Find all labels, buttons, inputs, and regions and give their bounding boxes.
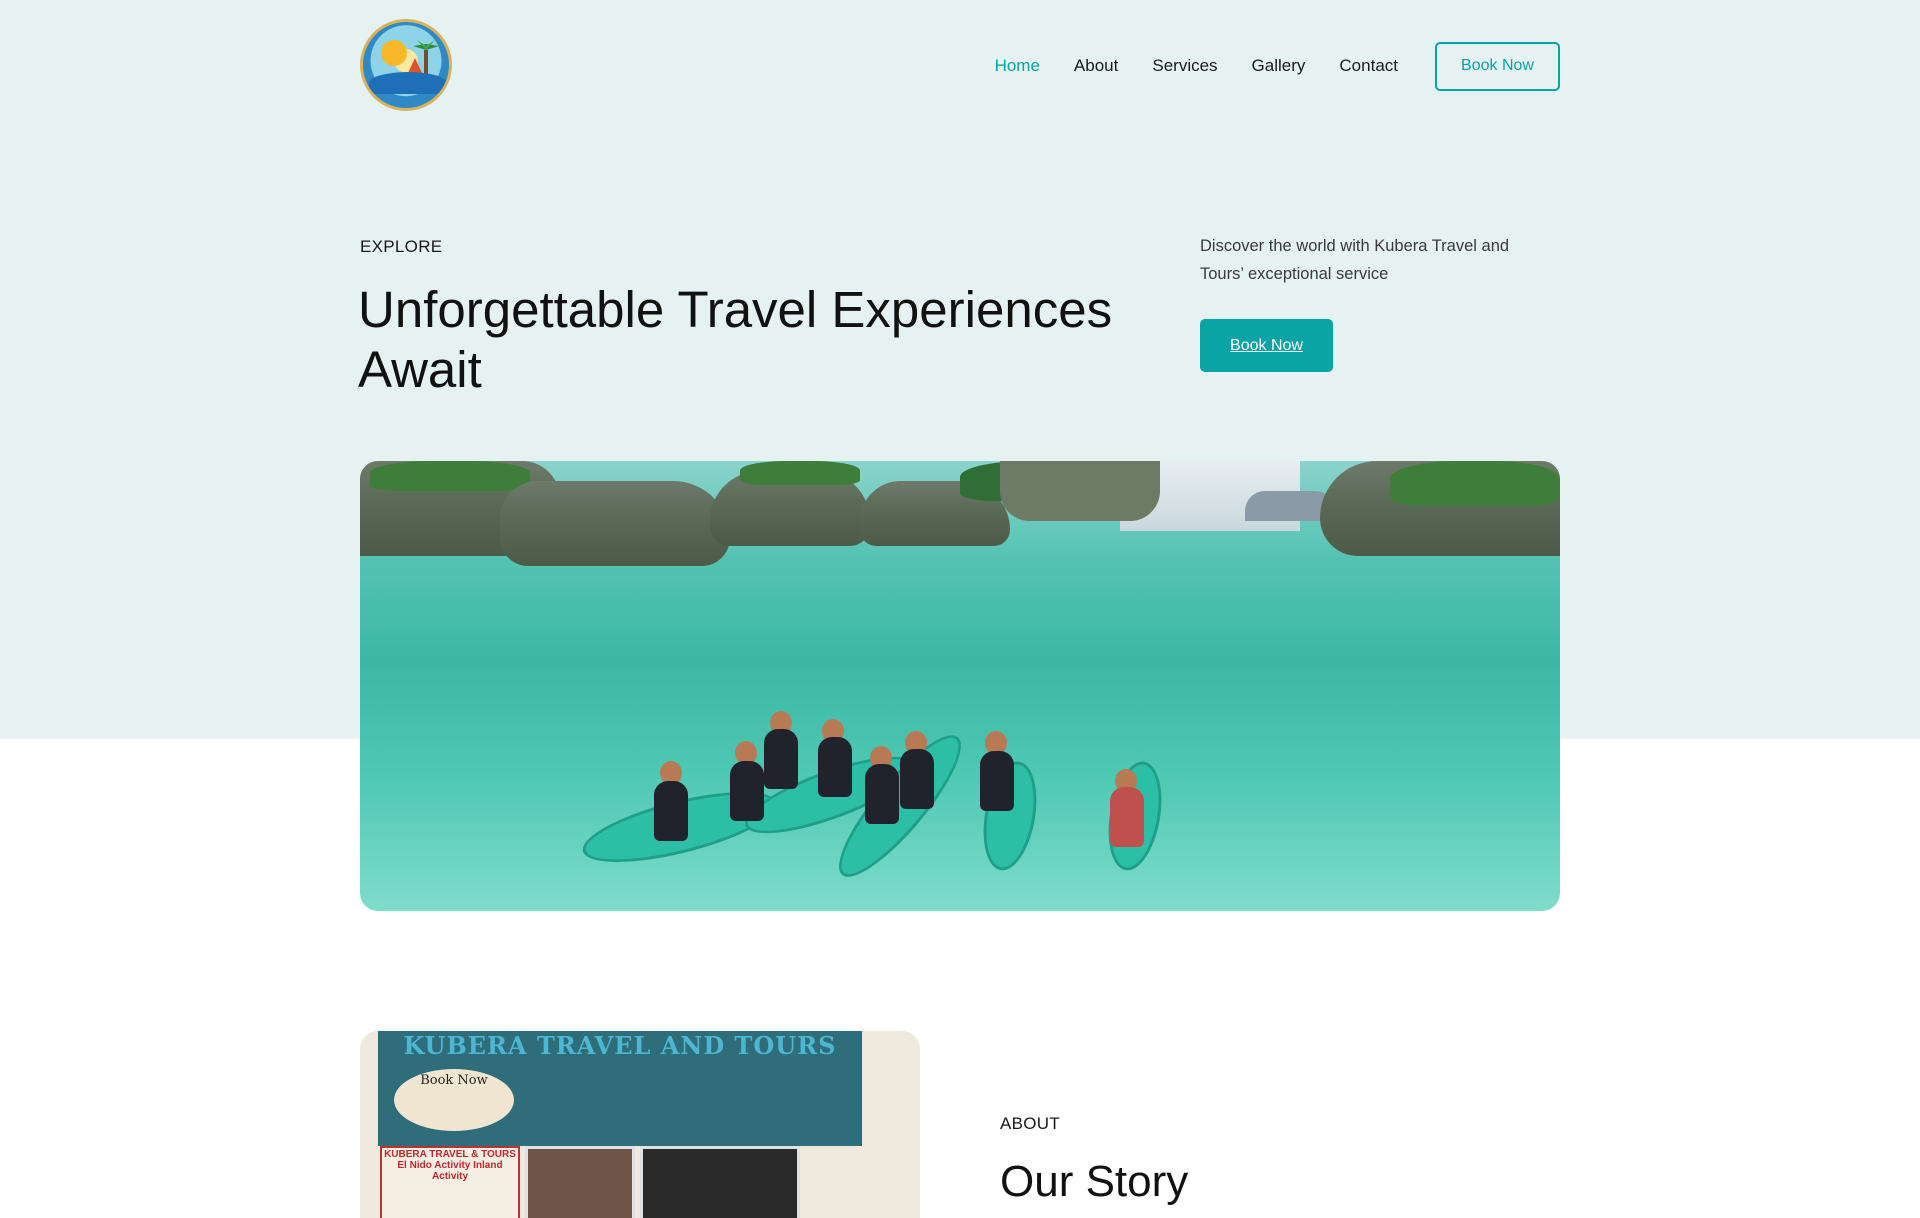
hero-book-now-button[interactable]: Book Now	[1200, 319, 1333, 372]
header-book-now-button[interactable]: Book Now	[1435, 41, 1560, 91]
wave-icon	[369, 72, 447, 94]
hero-title: Unforgettable Travel Experiences Await	[358, 281, 1113, 398]
nav-about[interactable]: About	[1074, 56, 1118, 76]
storefront-book-now-sign: Book Now	[420, 1073, 488, 1088]
hero-image	[360, 461, 1560, 911]
about-image: KUBERA TRAVEL AND TOURS Book Now KUBERA …	[360, 1031, 920, 1218]
site-header: Home About Services Gallery Contact Book…	[360, 0, 1560, 132]
storefront-poster-text: KUBERA TRAVEL & TOURS El Nido Activity I…	[384, 1149, 516, 1182]
kubera-logo[interactable]	[360, 19, 452, 111]
storefront-banner-title: KUBERA TRAVEL AND TOURS	[403, 1031, 837, 1060]
nav-contact[interactable]: Contact	[1339, 56, 1398, 76]
main-nav: Home About Services Gallery Contact Book…	[961, 41, 1560, 91]
hero-description: Discover the world with Kubera Travel an…	[1200, 237, 1510, 283]
about-eyebrow: ABOUT	[1000, 1114, 1061, 1133]
about-title: Our Story	[1000, 1157, 1189, 1206]
nav-home[interactable]: Home	[995, 56, 1040, 76]
hero-eyebrow: EXPLORE	[360, 237, 443, 256]
nav-gallery[interactable]: Gallery	[1252, 56, 1306, 76]
nav-services[interactable]: Services	[1152, 56, 1217, 76]
